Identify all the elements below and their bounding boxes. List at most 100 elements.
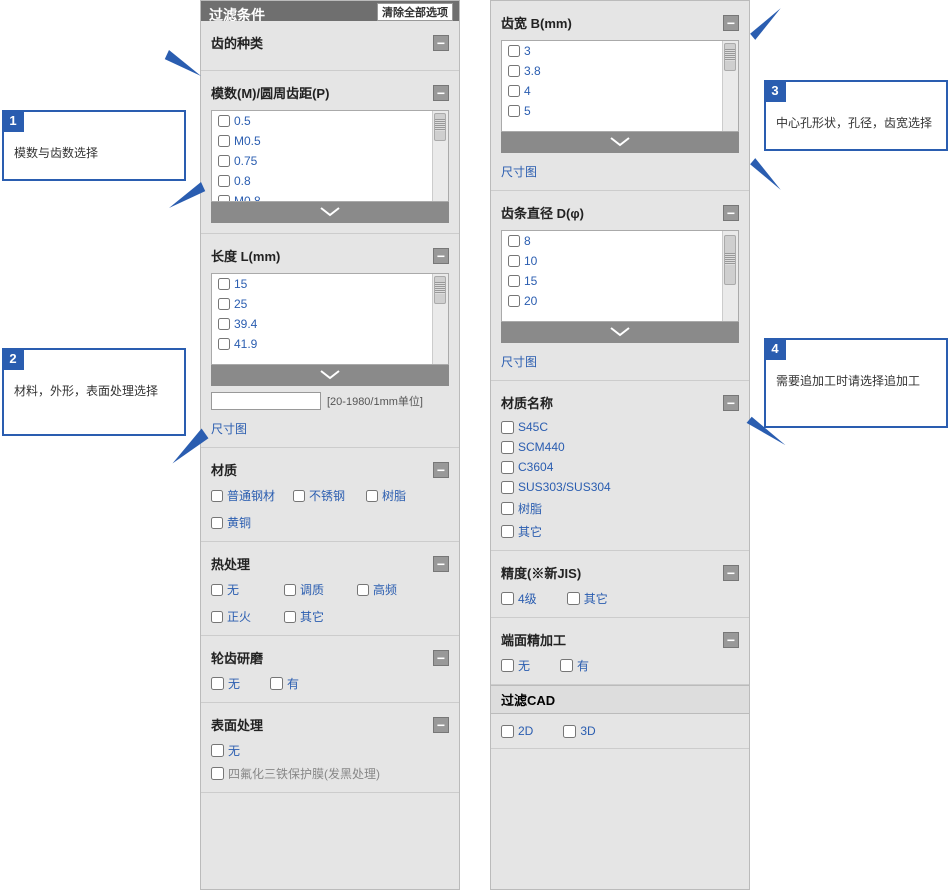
option-checkbox[interactable] [560,659,573,672]
option-checkbox[interactable] [211,677,224,690]
option-label: 普通钢材 [227,487,275,504]
callout-text: 材料，外形，表面处理选择 [4,350,184,417]
option-checkbox[interactable] [501,525,514,538]
module-listbox[interactable]: 0.5 M0.5 0.75 0.8 M0.8 [211,110,449,202]
chevron-down-icon [609,326,631,338]
option-checkbox[interactable] [218,338,230,350]
option-checkbox[interactable] [211,490,223,502]
section-precision: 精度(※新JIS) − 4级 其它 [491,551,749,618]
collapse-icon[interactable]: − [723,395,739,411]
option-label: 有 [577,657,589,674]
option-checkbox[interactable] [508,275,520,287]
expand-bar[interactable] [211,201,449,223]
option-checkbox[interactable] [218,298,230,310]
collapse-icon[interactable]: − [433,717,449,733]
panel-title: 过滤条件 [209,7,265,21]
collapse-icon[interactable]: − [433,462,449,478]
dimension-link[interactable]: 尺寸图 [211,420,247,437]
option-label: 20 [524,294,537,308]
scrollbar[interactable] [722,41,738,131]
collapse-icon[interactable]: − [433,650,449,666]
option-label: 其它 [518,523,542,540]
option-checkbox[interactable] [218,115,230,127]
option-checkbox[interactable] [508,85,520,97]
option-label: 10 [524,254,537,268]
section-title: 热处理 [211,554,250,573]
option-checkbox[interactable] [211,584,223,596]
option-checkbox[interactable] [508,105,520,117]
option-label: 2D [518,724,533,738]
option-checkbox[interactable] [501,659,514,672]
option-label: 高频 [373,581,397,598]
collapse-icon[interactable]: − [433,35,449,51]
option-checkbox[interactable] [563,725,576,738]
option-label: M0.5 [234,134,261,148]
option-checkbox[interactable] [218,278,230,290]
scrollbar[interactable] [432,274,448,364]
collapse-icon[interactable]: − [723,632,739,648]
length-listbox[interactable]: 15 25 39.4 41.9 [211,273,449,365]
section-end-finishing: 端面精加工 − 无 有 [491,618,749,685]
chevron-down-icon [609,136,631,148]
option-checkbox[interactable] [501,441,514,454]
option-checkbox[interactable] [508,255,520,267]
option-checkbox[interactable] [218,195,230,202]
option-checkbox[interactable] [211,517,223,529]
option-checkbox[interactable] [501,461,514,474]
scrollbar[interactable] [432,111,448,201]
clear-all-button[interactable]: 清除全部选项 [377,3,453,21]
option-label: M0.8 [234,194,261,202]
option-checkbox[interactable] [501,481,514,494]
callout-number: 1 [2,110,24,132]
section-title: 材质 [211,460,237,479]
expand-bar[interactable] [501,321,739,343]
option-checkbox[interactable] [501,502,514,515]
collapse-icon[interactable]: − [723,205,739,221]
option-checkbox[interactable] [218,175,230,187]
option-checkbox[interactable] [211,767,224,780]
option-checkbox[interactable] [211,744,224,757]
option-checkbox[interactable] [284,611,296,623]
option-checkbox[interactable] [508,295,520,307]
section-surface-treatment: 表面处理 − 无 四氟化三铁保护膜(发黑处理) [201,703,459,793]
section-title: 长度 L(mm) [211,246,280,265]
option-checkbox[interactable] [508,65,520,77]
option-checkbox[interactable] [218,155,230,167]
width-listbox[interactable]: 3 3.8 4 5 [501,40,739,132]
callout-pointer [750,8,786,40]
expand-bar[interactable] [501,131,739,153]
collapse-icon[interactable]: − [433,556,449,572]
section-title: 齿宽 B(mm) [501,13,572,32]
option-checkbox[interactable] [270,677,283,690]
option-checkbox[interactable] [501,592,514,605]
option-checkbox[interactable] [284,584,296,596]
option-checkbox[interactable] [501,421,514,434]
option-checkbox[interactable] [357,584,369,596]
dimension-link[interactable]: 尺寸图 [501,163,537,180]
collapse-icon[interactable]: − [433,248,449,264]
length-input[interactable] [211,392,321,410]
option-checkbox[interactable] [218,135,230,147]
collapse-icon[interactable]: − [723,565,739,581]
option-checkbox[interactable] [508,45,520,57]
callout-number: 3 [764,80,786,102]
diameter-listbox[interactable]: 8 10 15 20 [501,230,739,322]
section-material: 材质 − 普通钢材 不锈钢 树脂 黄铜 [201,448,459,542]
dimension-link[interactable]: 尺寸图 [501,353,537,370]
collapse-icon[interactable]: − [723,15,739,31]
option-checkbox[interactable] [501,725,514,738]
scrollbar[interactable] [722,231,738,321]
option-checkbox[interactable] [366,490,378,502]
option-checkbox[interactable] [508,235,520,247]
section-module: 模数(M)/圆周齿距(P) − 0.5 M0.5 0.75 0.8 M0.8 [201,71,459,234]
option-checkbox[interactable] [293,490,305,502]
option-checkbox[interactable] [567,592,580,605]
chevron-down-icon [319,206,341,218]
option-label: 树脂 [382,487,406,504]
callout-number: 4 [764,338,786,360]
option-checkbox[interactable] [218,318,230,330]
expand-bar[interactable] [211,364,449,386]
callout-text: 模数与齿数选择 [4,112,184,179]
collapse-icon[interactable]: − [433,85,449,101]
option-checkbox[interactable] [211,611,223,623]
